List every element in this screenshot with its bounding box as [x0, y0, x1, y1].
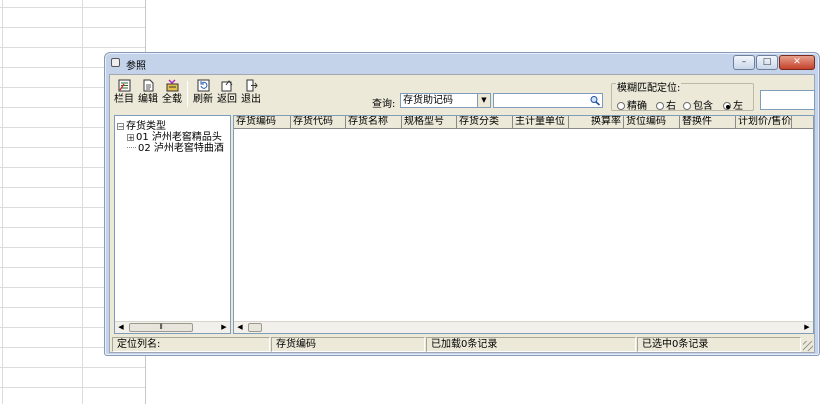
- collapse-icon[interactable]: −: [117, 123, 124, 131]
- radio-contains[interactable]: 包含: [683, 97, 713, 112]
- load-all-icon: [166, 79, 178, 92]
- radio-left-label: 左: [733, 101, 743, 112]
- radio-left[interactable]: 左: [723, 97, 743, 112]
- grid-header: 存货编码 存货代码 存货名称 规格型号 存货分类 主计量单位 换算率 货位编码 …: [234, 116, 813, 129]
- column-header[interactable]: 存货分类: [457, 116, 513, 129]
- column-header[interactable]: 规格型号: [402, 116, 457, 129]
- column-header[interactable]: 存货名称: [346, 116, 402, 129]
- column-header[interactable]: 换算率: [569, 116, 624, 129]
- dialog-client-area: 栏目 编辑 全载 刷新 返回 退出 查询: 存货助记码 ▼ 模糊匹配定位: 精确…: [109, 74, 815, 353]
- column-header[interactable]: 计划价/售价: [736, 116, 792, 129]
- reference-dialog: 参照 – □ ✕ 栏目 编辑 全载 刷新 返回 退出 查询: 存货助记码 ▼ 模…: [104, 52, 820, 356]
- radio-exact[interactable]: 精确: [617, 97, 647, 112]
- column-header[interactable]: 存货代码: [291, 116, 346, 129]
- return-button-label: 返回: [217, 94, 237, 105]
- refresh-icon: [197, 79, 209, 92]
- scroll-left-icon[interactable]: ◀: [115, 322, 127, 333]
- search-icon[interactable]: [589, 95, 601, 106]
- radio-exact-dot: [617, 102, 625, 110]
- edit-button-label: 编辑: [138, 94, 158, 105]
- fuzzy-match-group: 模糊匹配定位: 精确 右 包含 左: [611, 79, 754, 112]
- scrollbar-thumb[interactable]: [248, 323, 262, 332]
- edit-document-icon: [143, 79, 153, 92]
- locate-column-label: 定位列名:: [112, 337, 270, 352]
- exit-button-label: 退出: [241, 94, 261, 105]
- query-field-select[interactable]: 存货助记码 ▼: [400, 93, 491, 108]
- query-label: 查询:: [372, 99, 396, 110]
- column-header[interactable]: 最: [792, 116, 813, 129]
- scrollbar-thumb[interactable]: ⦀: [129, 323, 193, 332]
- column-header[interactable]: 存货编码: [234, 116, 291, 129]
- status-bar: 定位列名: 存货编码 已加载0条记录 已选中0条记录: [110, 336, 814, 352]
- exit-button[interactable]: 退出: [240, 79, 262, 105]
- radio-exact-label: 精确: [627, 101, 647, 112]
- load-all-button-label: 全载: [162, 94, 182, 105]
- minimize-button[interactable]: –: [733, 55, 755, 70]
- locate-input[interactable]: [760, 90, 815, 110]
- title-bar[interactable]: 参照 – □ ✕: [105, 53, 819, 73]
- radio-right[interactable]: 右: [656, 97, 676, 112]
- fuzzy-match-title: 模糊匹配定位:: [616, 79, 682, 94]
- close-button[interactable]: ✕: [779, 55, 815, 70]
- resize-grip-icon[interactable]: [803, 341, 813, 351]
- return-icon: [221, 80, 232, 92]
- selected-count: 已选中0条记录: [637, 337, 801, 352]
- scroll-right-icon[interactable]: ▶: [801, 322, 813, 333]
- return-button[interactable]: 返回: [216, 79, 238, 105]
- grid-horizontal-scrollbar[interactable]: ◀ ▶: [234, 321, 813, 333]
- exit-icon: [246, 79, 258, 92]
- toolbar-separator: [187, 81, 188, 107]
- column-button[interactable]: 栏目: [113, 79, 135, 105]
- maximize-button[interactable]: □: [756, 55, 778, 70]
- locate-column-value: 存货编码: [271, 337, 425, 352]
- radio-contains-label: 包含: [693, 101, 713, 112]
- tree-item-02[interactable]: 02 泸州老窖特曲酒: [127, 139, 224, 154]
- query-field-value: 存货助记码: [403, 95, 453, 106]
- search-input[interactable]: [493, 93, 603, 108]
- tree-horizontal-scrollbar[interactable]: ◀ ⦀ ▶: [115, 321, 230, 333]
- column-settings-icon: [118, 79, 130, 92]
- column-header[interactable]: 主计量单位: [513, 116, 569, 129]
- refresh-button-label: 刷新: [193, 94, 213, 105]
- radio-left-dot: [723, 102, 731, 110]
- radio-contains-dot: [683, 102, 691, 110]
- column-button-label: 栏目: [114, 94, 134, 105]
- tree-item-label: 02 泸州老窖特曲酒: [138, 143, 224, 154]
- column-header[interactable]: 替换件: [680, 116, 736, 129]
- category-tree[interactable]: − 存货类型 +01 泸州老窖精品头 02 泸州老窖特曲酒 ◀ ⦀ ▶: [114, 115, 231, 334]
- loaded-count: 已加载0条记录: [426, 337, 636, 352]
- radio-right-label: 右: [666, 101, 676, 112]
- grid-body[interactable]: [234, 130, 813, 333]
- load-all-button[interactable]: 全载: [161, 79, 183, 105]
- inventory-grid[interactable]: 存货编码 存货代码 存货名称 规格型号 存货分类 主计量单位 换算率 货位编码 …: [233, 115, 814, 334]
- window-title: 参照: [126, 61, 146, 72]
- scroll-left-icon[interactable]: ◀: [234, 322, 246, 333]
- radio-right-dot: [656, 102, 664, 110]
- tree-connector: [127, 147, 136, 148]
- dropdown-arrow-icon[interactable]: ▼: [477, 94, 490, 107]
- app-icon: [111, 58, 120, 67]
- edit-button[interactable]: 编辑: [137, 79, 159, 105]
- column-header[interactable]: 货位编码: [624, 116, 680, 129]
- scroll-right-icon[interactable]: ▶: [218, 322, 230, 333]
- refresh-button[interactable]: 刷新: [192, 79, 214, 105]
